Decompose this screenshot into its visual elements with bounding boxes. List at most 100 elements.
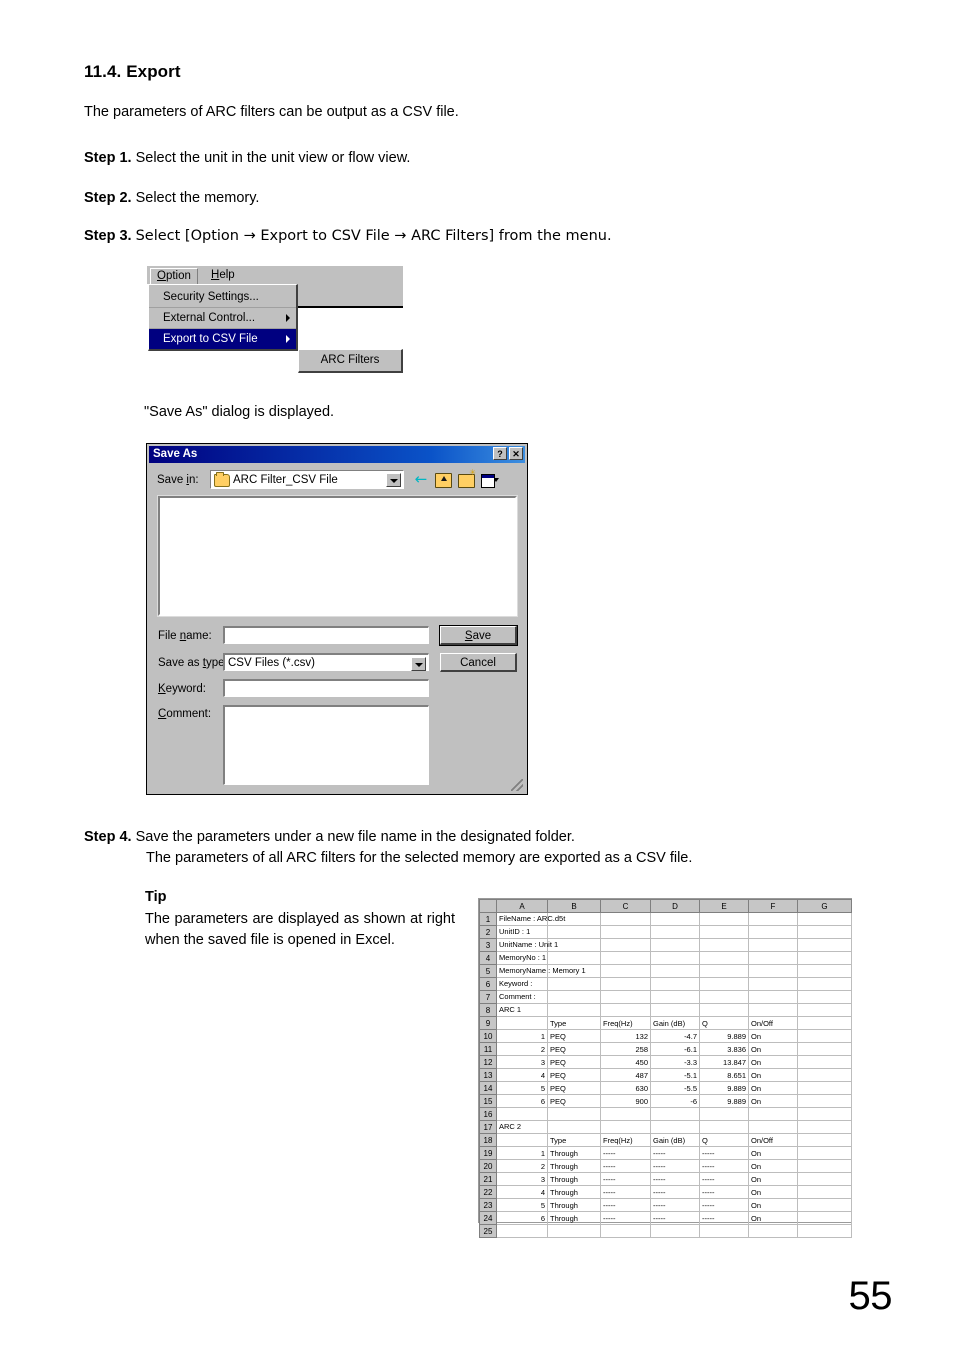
excel-cell[interactable] xyxy=(650,1003,700,1017)
excel-cell[interactable] xyxy=(600,925,651,939)
excel-cell[interactable]: 132 xyxy=(600,1029,651,1043)
excel-cell[interactable] xyxy=(600,951,651,965)
excel-cell[interactable]: ----- xyxy=(699,1172,749,1186)
menu-item-arc-filters[interactable]: ARC Filters xyxy=(299,350,401,370)
excel-cell[interactable]: ----- xyxy=(699,1146,749,1160)
excel-cell[interactable]: PEQ xyxy=(547,1029,601,1043)
excel-cell[interactable]: Freq(Hz) xyxy=(600,1133,651,1147)
excel-column-header-B[interactable]: B xyxy=(547,899,601,913)
excel-cell[interactable] xyxy=(650,1224,700,1238)
excel-row-header[interactable]: 12 xyxy=(479,1055,497,1069)
excel-cell[interactable] xyxy=(748,938,798,952)
excel-cell[interactable] xyxy=(547,1224,601,1238)
excel-row-header[interactable]: 21 xyxy=(479,1172,497,1186)
close-icon[interactable]: ✕ xyxy=(509,447,523,460)
excel-cell[interactable]: -4.7 xyxy=(650,1029,700,1043)
excel-cell[interactable] xyxy=(547,925,601,939)
excel-cell[interactable]: 4 xyxy=(496,1068,548,1082)
excel-cell[interactable]: On xyxy=(748,1211,798,1225)
excel-row-header[interactable]: 9 xyxy=(479,1016,497,1030)
excel-cell[interactable]: Type xyxy=(547,1016,601,1030)
excel-cell[interactable] xyxy=(650,912,700,926)
excel-cell[interactable]: ARC 1 xyxy=(496,1003,548,1017)
excel-cell[interactable]: 258 xyxy=(600,1042,651,1056)
excel-row-header[interactable]: 7 xyxy=(479,990,497,1004)
excel-cell[interactable]: On xyxy=(748,1081,798,1095)
excel-cell[interactable] xyxy=(650,1120,700,1134)
excel-cell[interactable] xyxy=(699,1120,749,1134)
excel-cell[interactable]: 9.889 xyxy=(699,1094,749,1108)
excel-cell[interactable] xyxy=(797,912,852,926)
excel-cell[interactable] xyxy=(797,1159,852,1173)
excel-cell[interactable]: -5.1 xyxy=(650,1068,700,1082)
excel-cell[interactable]: Through xyxy=(547,1159,601,1173)
menu-item-export-to-csv-file[interactable]: Export to CSV File xyxy=(149,329,296,349)
excel-cell[interactable] xyxy=(797,1172,852,1186)
excel-row-header[interactable]: 1 xyxy=(479,912,497,926)
excel-cell[interactable] xyxy=(547,990,601,1004)
keyword-input[interactable] xyxy=(223,679,429,697)
excel-cell[interactable]: ----- xyxy=(699,1211,749,1225)
excel-cell[interactable]: Through xyxy=(547,1198,601,1212)
excel-cell[interactable] xyxy=(797,1224,852,1238)
excel-cell[interactable]: 3.836 xyxy=(699,1042,749,1056)
new-folder-icon[interactable] xyxy=(458,468,476,488)
excel-cell[interactable] xyxy=(600,1224,651,1238)
excel-cell[interactable]: -6 xyxy=(650,1094,700,1108)
excel-cell[interactable] xyxy=(496,1107,548,1121)
excel-cell[interactable]: 5 xyxy=(496,1081,548,1095)
excel-cell[interactable]: 2 xyxy=(496,1042,548,1056)
excel-cell[interactable] xyxy=(797,977,852,991)
excel-row-header[interactable]: 20 xyxy=(479,1159,497,1173)
excel-cell[interactable]: PEQ xyxy=(547,1042,601,1056)
excel-cell[interactable] xyxy=(600,977,651,991)
excel-cell[interactable]: Through xyxy=(547,1172,601,1186)
excel-cell[interactable]: On xyxy=(748,1146,798,1160)
excel-cell[interactable] xyxy=(650,925,700,939)
excel-cell[interactable]: UnitID : 1 xyxy=(496,925,548,939)
excel-cell[interactable]: Freq(Hz) xyxy=(600,1016,651,1030)
excel-cell[interactable]: 2 xyxy=(496,1159,548,1173)
excel-cell[interactable]: ----- xyxy=(600,1172,651,1186)
excel-row-header[interactable]: 4 xyxy=(479,951,497,965)
excel-row-header[interactable]: 15 xyxy=(479,1094,497,1108)
excel-cell[interactable]: Through xyxy=(547,1211,601,1225)
excel-cell[interactable]: Gain (dB) xyxy=(650,1016,700,1030)
excel-cell[interactable]: PEQ xyxy=(547,1055,601,1069)
excel-cell[interactable]: 9.889 xyxy=(699,1029,749,1043)
excel-cell[interactable] xyxy=(797,964,852,978)
excel-cell[interactable]: FileName : ARC.d5t xyxy=(496,912,565,926)
excel-cell[interactable]: 13.847 xyxy=(699,1055,749,1069)
excel-cell[interactable]: ----- xyxy=(699,1159,749,1173)
excel-cell[interactable]: 9.889 xyxy=(699,1081,749,1095)
excel-cell[interactable]: Through xyxy=(547,1146,601,1160)
excel-cell[interactable] xyxy=(699,1224,749,1238)
excel-row-header[interactable]: 19 xyxy=(479,1146,497,1160)
excel-row-header[interactable]: 17 xyxy=(479,1120,497,1134)
menubar-item-help[interactable]: Help xyxy=(205,268,241,283)
excel-cell[interactable]: On xyxy=(748,1172,798,1186)
excel-cell[interactable] xyxy=(797,1081,852,1095)
excel-cell[interactable] xyxy=(699,990,749,1004)
excel-cell[interactable] xyxy=(748,964,798,978)
excel-cell[interactable] xyxy=(650,951,700,965)
excel-column-header-A[interactable]: A xyxy=(496,899,548,913)
excel-cell[interactable]: On xyxy=(748,1029,798,1043)
excel-cell[interactable]: 5 xyxy=(496,1198,548,1212)
excel-cell[interactable]: ----- xyxy=(600,1198,651,1212)
chevron-down-icon[interactable] xyxy=(411,657,426,671)
excel-cell[interactable] xyxy=(699,951,749,965)
excel-cell[interactable]: ARC 2 xyxy=(496,1120,548,1134)
excel-cell[interactable] xyxy=(650,977,700,991)
excel-cell[interactable]: ----- xyxy=(600,1146,651,1160)
excel-row-header[interactable]: 8 xyxy=(479,1003,497,1017)
excel-row-header[interactable]: 16 xyxy=(479,1107,497,1121)
excel-cell[interactable] xyxy=(699,964,749,978)
excel-column-header-D[interactable]: D xyxy=(650,899,700,913)
excel-corner-header[interactable] xyxy=(479,899,497,913)
excel-cell[interactable]: On/Off xyxy=(748,1016,798,1030)
excel-cell[interactable] xyxy=(748,977,798,991)
excel-cell[interactable]: On xyxy=(748,1055,798,1069)
excel-row-header[interactable]: 13 xyxy=(479,1068,497,1082)
excel-cell[interactable]: Q xyxy=(699,1016,749,1030)
